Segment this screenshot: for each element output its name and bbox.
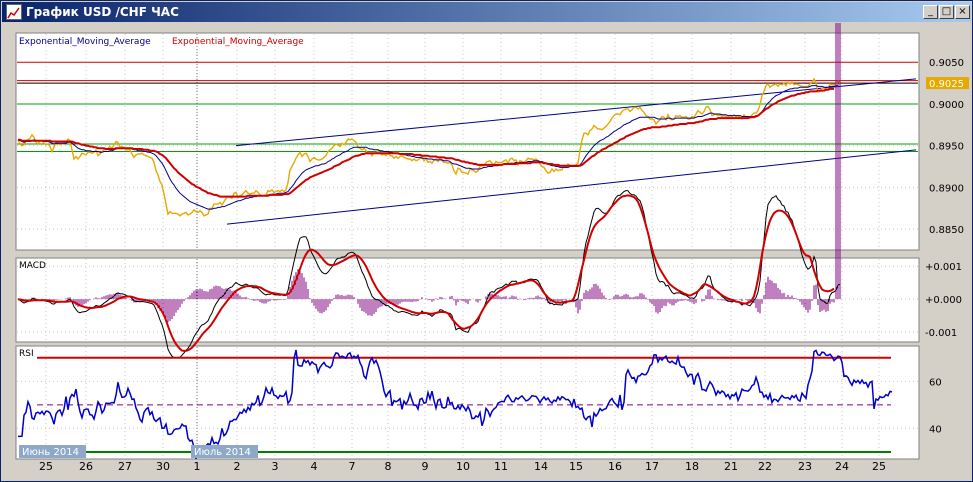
rsi-label: RSI — [19, 349, 34, 359]
price-tick-label: 0.8900 — [929, 183, 964, 194]
date-tick-label: 2 — [234, 460, 241, 473]
macd-label: MACD — [19, 261, 46, 271]
current-price-label: 0.9025 — [929, 79, 964, 90]
macd-tick-label: +0.000 — [925, 295, 962, 306]
date-tick-label: 3 — [272, 460, 279, 473]
date-tick-label: 27 — [118, 460, 132, 473]
date-tick-label: 1 — [194, 460, 201, 473]
rsi-tick-label: 60 — [929, 377, 942, 388]
macd-tick-label: +0.001 — [925, 262, 962, 273]
date-tick-label: 10 — [456, 460, 470, 473]
window-title: График USD /CHF ЧАС — [26, 5, 179, 19]
close-button[interactable]: × — [955, 5, 970, 19]
date-tick-label: 18 — [685, 460, 699, 473]
price-tick-label: 0.8950 — [929, 142, 964, 153]
date-tick-label: 25 — [39, 460, 53, 473]
date-tick-label: 7 — [349, 460, 356, 473]
macd-tick-label: -0.001 — [925, 328, 957, 339]
date-tick-label: 15 — [569, 460, 583, 473]
legend-entry: Exponential_Moving_Average — [172, 37, 304, 47]
restore-button[interactable]: □ — [939, 5, 954, 19]
date-tick-label: 17 — [645, 460, 659, 473]
date-tick-label: 22 — [758, 460, 772, 473]
month-label: Июль 2014 — [194, 447, 251, 458]
rsi-panel — [15, 345, 920, 460]
date-tick-label: 9 — [422, 460, 429, 473]
date-tick-label: 24 — [835, 460, 849, 473]
date-tick-label: 4 — [311, 460, 318, 473]
date-tick-label: 11 — [494, 460, 508, 473]
date-tick-label: 8 — [385, 460, 392, 473]
date-tick-label: 21 — [724, 460, 738, 473]
chart-area[interactable]: 0.9050 0.9000 0.8950 0.8900 0.8850 Exponentia… — [1, 23, 972, 481]
rsi-tick-label: 40 — [929, 424, 942, 435]
date-tick-label: 30 — [156, 460, 170, 473]
price-panel — [15, 32, 920, 251]
price-tick-label: 0.8850 — [929, 225, 964, 236]
chart-icon — [6, 4, 22, 20]
month-label: Июнь 2014 — [22, 447, 79, 458]
price-tick-label: 0.9050 — [929, 58, 964, 69]
date-tick-label: 16 — [608, 460, 622, 473]
legend-entry: Exponential_Moving_Average — [19, 37, 151, 47]
title-bar[interactable]: График USD /CHF ЧАС _ □ × — [2, 2, 971, 22]
date-tick-label: 26 — [79, 460, 93, 473]
chart-window: График USD /CHF ЧАС _ □ × 0.9050 0.9000 0.… — [0, 0, 973, 482]
minimize-button[interactable]: _ — [923, 5, 938, 19]
price-tick-label: 0.9000 — [929, 100, 964, 111]
date-tick-label: 14 — [534, 460, 548, 473]
date-tick-label: 23 — [798, 460, 812, 473]
date-tick-label: 25 — [872, 460, 886, 473]
